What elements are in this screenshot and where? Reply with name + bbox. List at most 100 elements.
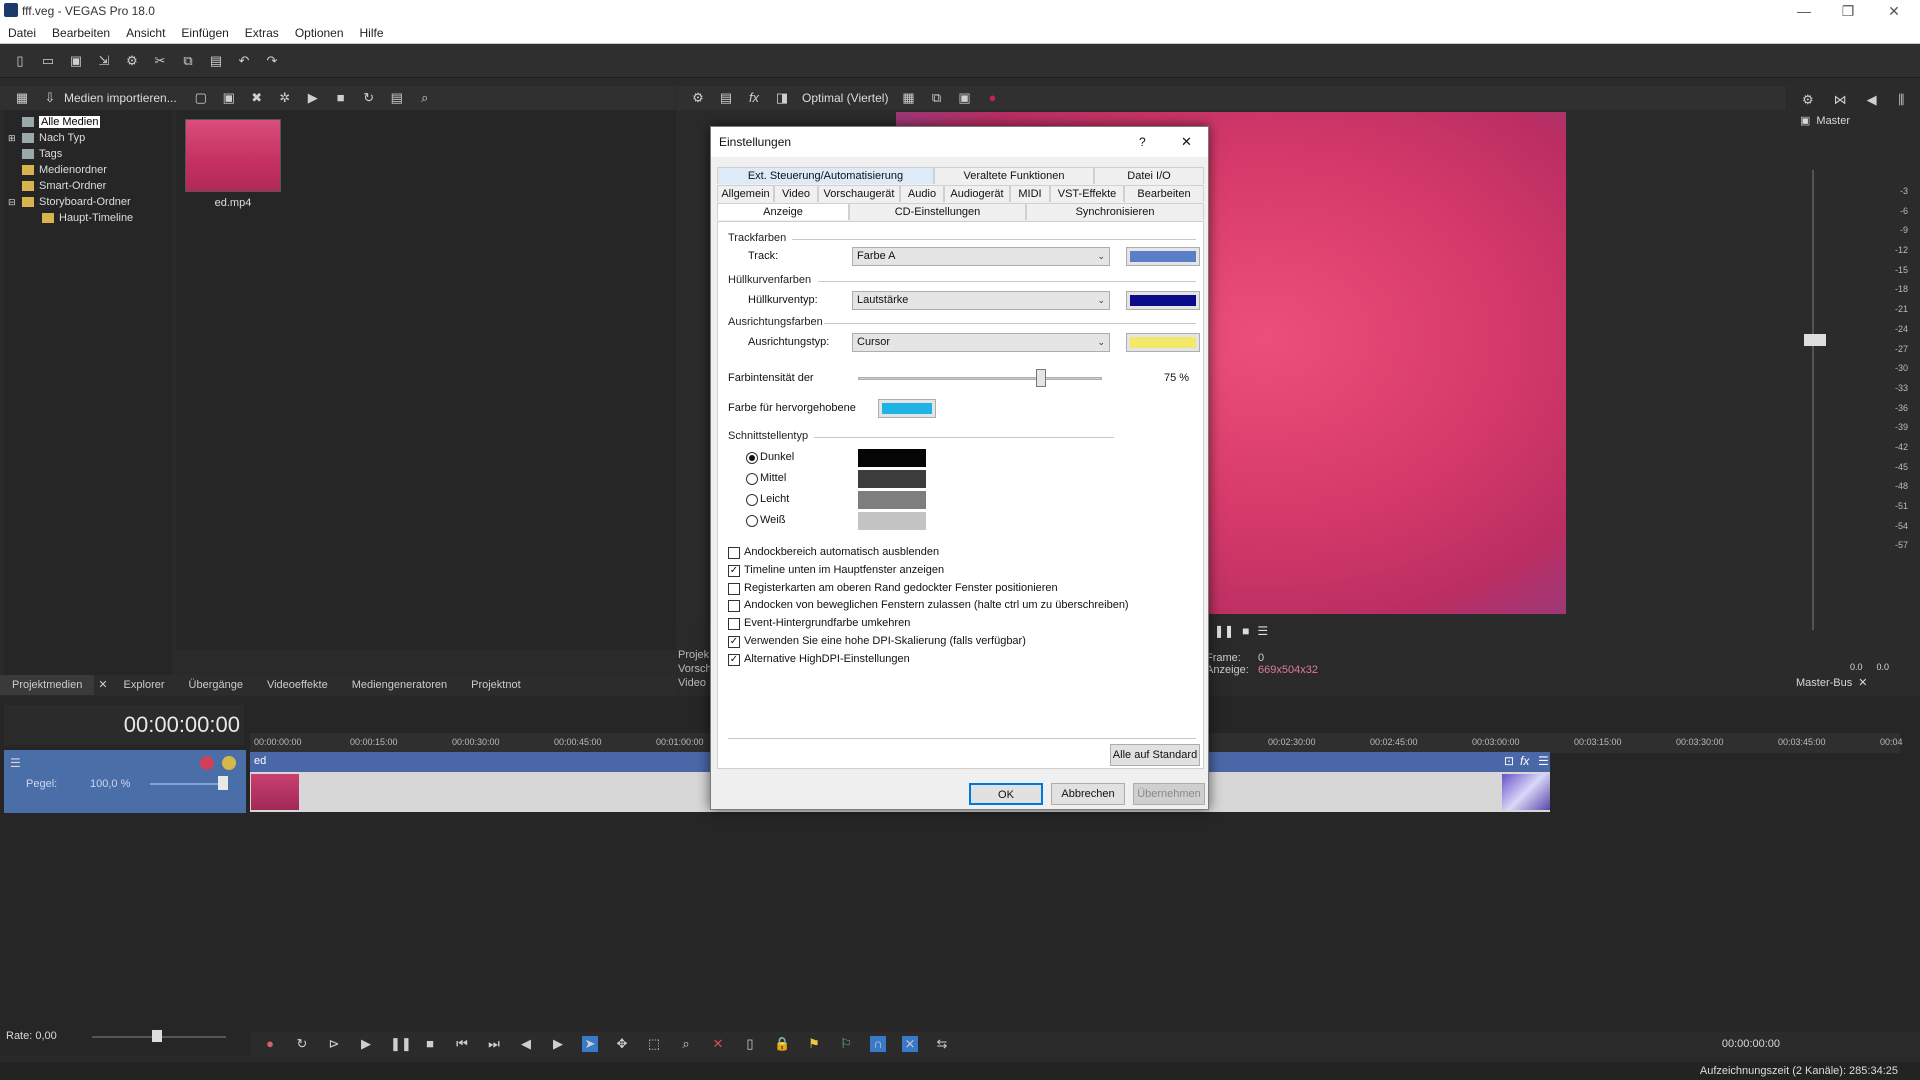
tab-sync[interactable]: Synchronisieren — [1026, 203, 1204, 220]
media-view-icon[interactable]: ▦ — [14, 90, 30, 106]
alt-highdpi-checkbox[interactable]: ✓ — [728, 654, 740, 666]
play-from-start-icon[interactable]: ⊳ — [326, 1036, 342, 1052]
auto-crossfade-icon[interactable]: ⨯ — [902, 1036, 918, 1052]
views-icon[interactable]: ▤ — [389, 90, 405, 106]
clip-menu-icon[interactable]: ☰ — [1538, 754, 1549, 768]
tab-ext-control[interactable]: Ext. Steuerung/Automatisierung — [717, 167, 934, 184]
help-icon[interactable]: ? — [1139, 127, 1146, 157]
snapping-icon[interactable]: ∩ — [870, 1036, 886, 1052]
menu-extras[interactable]: Extras — [237, 22, 287, 44]
tab-project-media[interactable]: Projektmedien — [0, 675, 95, 695]
mute-icon[interactable]: ◀ — [1867, 92, 1877, 108]
remove-media-icon[interactable]: ✖ — [249, 90, 265, 106]
mixer-icon[interactable]: ⫼ — [1897, 92, 1906, 108]
trim-icon[interactable]: ▯ — [742, 1036, 758, 1052]
capture-icon[interactable]: ▢ — [193, 90, 209, 106]
get-photo-icon[interactable]: ▣ — [221, 90, 237, 106]
preview-settings-icon[interactable]: ⚙ — [690, 90, 706, 106]
play-icon[interactable]: ▶ — [358, 1036, 374, 1052]
cut-icon[interactable]: ✂ — [152, 53, 168, 69]
solo-track-icon[interactable] — [222, 756, 236, 770]
tab-general[interactable]: Allgemein — [717, 185, 774, 202]
theme-dark-radio[interactable] — [746, 452, 758, 464]
close-window-icon[interactable]: ✕ — [1872, 0, 1916, 22]
tree-item-by-type[interactable]: ⊞ Nach Typ — [8, 130, 172, 146]
zoom-tool-icon[interactable]: ⌕ — [678, 1036, 694, 1052]
close-tab-icon[interactable]: ✕ — [94, 675, 111, 695]
render-icon[interactable]: ⇲ — [96, 53, 112, 69]
invert-event-bg-checkbox[interactable] — [728, 618, 740, 630]
loop-icon[interactable]: ↻ — [294, 1036, 310, 1052]
import-media-icon[interactable]: ⇩ — [42, 90, 58, 106]
tree-item-storyboard[interactable]: ⊟ Storyboard-Ordner — [8, 194, 172, 210]
rate-slider-thumb[interactable] — [152, 1030, 162, 1042]
allow-docking-checkbox[interactable] — [728, 600, 740, 612]
tree-item-main-timeline[interactable]: Haupt-Timeline — [8, 210, 172, 226]
intensity-slider-thumb[interactable] — [1036, 369, 1046, 387]
tab-audio[interactable]: Audio — [900, 185, 944, 202]
cancel-button[interactable]: Abbrechen — [1051, 783, 1125, 805]
tab-vst[interactable]: VST-Effekte — [1050, 185, 1124, 202]
minimize-icon[interactable]: — — [1782, 0, 1826, 22]
tab-project-notes[interactable]: Projektnot — [459, 675, 533, 695]
tabs-top-checkbox[interactable] — [728, 583, 740, 595]
dialog-close-icon[interactable]: ✕ — [1181, 127, 1192, 157]
stop-transport-icon[interactable]: ■ — [422, 1036, 438, 1052]
restore-icon[interactable]: ❐ — [1826, 0, 1870, 22]
tree-item-smart-folder[interactable]: Smart-Ordner — [8, 178, 172, 194]
track-color-select[interactable]: Farbe A ⌄ — [852, 247, 1110, 266]
tab-editing[interactable]: Bearbeiten — [1124, 185, 1204, 202]
high-dpi-checkbox[interactable]: ✓ — [728, 636, 740, 648]
reset-all-button[interactable]: Alle auf Standard — [1110, 744, 1200, 766]
tab-file-io[interactable]: Datei I/O — [1094, 167, 1204, 184]
master-fader[interactable] — [1804, 334, 1826, 346]
menu-einfuegen[interactable]: Einfügen — [173, 22, 236, 44]
timeline-bottom-checkbox[interactable]: ✓ — [728, 565, 740, 577]
video-fx-icon[interactable]: fx — [746, 90, 762, 106]
tab-preview-device[interactable]: Vorschaugerät — [818, 185, 900, 202]
region-icon[interactable]: ⚐ — [838, 1036, 854, 1052]
zoom-icon[interactable]: ⌕ — [417, 90, 433, 106]
master-close-icon[interactable]: ✕ — [1858, 676, 1867, 689]
tab-explorer[interactable]: Explorer — [112, 675, 177, 695]
open-folder-icon[interactable]: ▭ — [40, 53, 56, 69]
save-snapshot-icon[interactable]: ▣ — [956, 90, 972, 106]
tree-item-media-folder[interactable]: Medienordner — [8, 162, 172, 178]
track-color-swatch[interactable] — [1126, 247, 1200, 266]
record-icon[interactable]: ● — [984, 90, 1000, 106]
theme-medium-radio[interactable] — [746, 473, 758, 485]
edit-tool-icon[interactable]: ➤ — [582, 1036, 598, 1052]
downmix-icon[interactable]: ⋈ — [1834, 92, 1847, 108]
pause-icon[interactable]: ❚❚ — [1214, 624, 1234, 638]
tab-video[interactable]: Video — [774, 185, 818, 202]
menu-bearbeiten[interactable]: Bearbeiten — [44, 22, 118, 44]
tree-item-all-media[interactable]: Alle Medien — [8, 114, 172, 130]
envelope-tool-icon[interactable]: ✥ — [614, 1036, 630, 1052]
play-media-icon[interactable]: ▶ — [305, 90, 321, 106]
tab-display[interactable]: Anzeige — [717, 203, 849, 220]
undo-icon[interactable]: ↶ — [236, 53, 252, 69]
new-file-icon[interactable]: ▯ — [12, 53, 28, 69]
tree-item-tags[interactable]: Tags — [8, 146, 172, 162]
go-to-end-icon[interactable]: ⏭ — [486, 1036, 502, 1052]
import-media-button[interactable]: Medien importieren... — [64, 91, 177, 105]
tab-transitions[interactable]: Übergänge — [177, 675, 255, 695]
tab-video-fx[interactable]: Videoeffekte — [255, 675, 340, 695]
envelope-type-select[interactable]: Lautstärke ⌄ — [852, 291, 1110, 310]
marker-icon[interactable]: ⚑ — [806, 1036, 822, 1052]
preview-quality-select[interactable]: Optimal (Viertel) — [802, 91, 888, 105]
theme-white-radio[interactable] — [746, 515, 758, 527]
delete-icon[interactable]: ✕ — [710, 1036, 726, 1052]
redo-icon[interactable]: ↷ — [264, 53, 280, 69]
tab-midi[interactable]: MIDI — [1010, 185, 1050, 202]
go-to-start-icon[interactable]: ⏮ — [454, 1036, 470, 1052]
master-settings-icon[interactable]: ⚙ — [1802, 92, 1814, 108]
record-track-icon[interactable]: ● — [262, 1036, 278, 1052]
menu-icon[interactable]: ☰ — [1257, 624, 1268, 638]
lock-icon[interactable]: 🔒 — [774, 1036, 790, 1052]
overlays-icon[interactable]: ▦ — [900, 90, 916, 106]
snap-type-select[interactable]: Cursor ⌄ — [852, 333, 1110, 352]
tab-master-bus[interactable]: Master-Bus — [1796, 677, 1852, 689]
ok-button[interactable]: OK — [969, 783, 1043, 805]
prev-frame-icon[interactable]: ◀ — [518, 1036, 534, 1052]
